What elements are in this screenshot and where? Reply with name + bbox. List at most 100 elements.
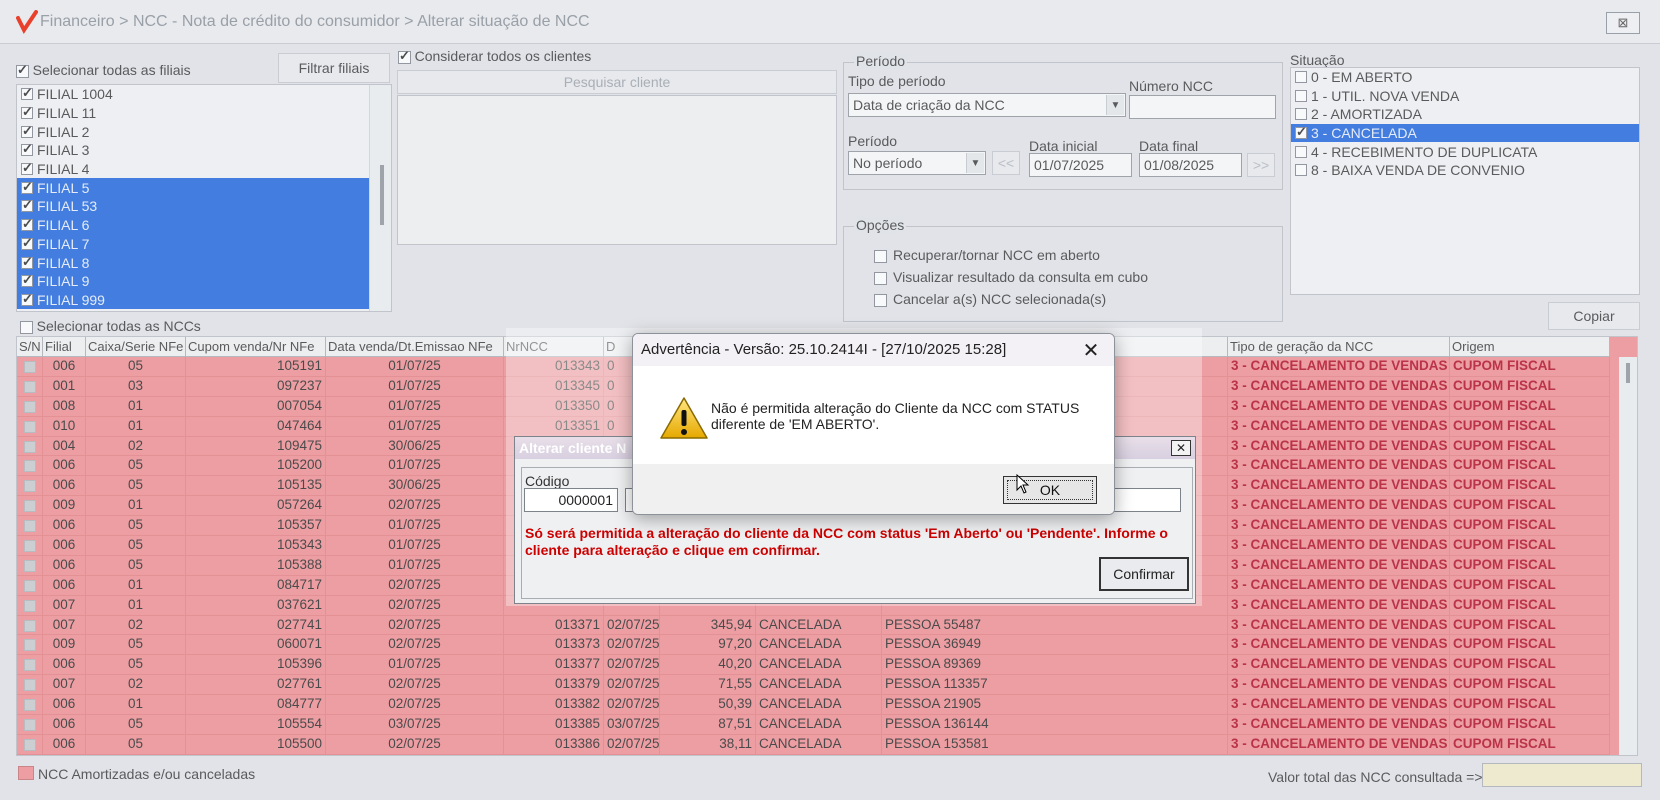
situacao-item[interactable]: 4 - RECEBIMENTO DE DUPLICATA xyxy=(1291,142,1639,161)
select-all-filiais-checkbox[interactable] xyxy=(16,62,29,79)
table-row[interactable]: 006 01 084777 02/07/25 013382 02/07/25 50,39 CA… xyxy=(17,695,1610,716)
table-row[interactable]: 007 02 027741 02/07/25 013371 02/07/25 345,94 C… xyxy=(17,615,1610,636)
data-inicial-input[interactable]: 01/07/2025 xyxy=(1029,153,1132,177)
option-cubo[interactable]: Visualizar resultado da consulta em cubo xyxy=(874,269,1148,285)
row-select-cell[interactable] xyxy=(17,536,43,555)
confirm-button[interactable]: Confirmar xyxy=(1099,557,1189,591)
select-all-filiais[interactable]: Selecionar todas as filiais xyxy=(16,62,191,79)
row-select-cell[interactable] xyxy=(17,376,43,396)
row-checkbox[interactable] xyxy=(23,400,36,413)
row-select-cell[interactable] xyxy=(17,476,43,496)
situacao-item[interactable]: 3 - CANCELADA xyxy=(1291,123,1639,143)
filial-checkbox[interactable] xyxy=(21,216,33,232)
table-row[interactable]: 007 02 027761 02/07/25 013379 02/07/25 71,55 CA… xyxy=(17,675,1610,696)
warning-close-button[interactable]: ✕ xyxy=(1078,338,1104,362)
column-header[interactable]: Filial xyxy=(43,337,86,357)
row-select-cell[interactable] xyxy=(17,436,43,456)
chevron-down-icon[interactable]: ▼ xyxy=(1106,95,1124,115)
filial-checkbox[interactable] xyxy=(21,254,33,270)
option-cancelar-checkbox[interactable] xyxy=(874,293,887,307)
clients-list[interactable] xyxy=(397,95,837,245)
column-header[interactable]: Origem xyxy=(1450,337,1610,357)
table-row[interactable]: 006 05 105396 01/07/25 013377 02/07/25 40,20 CA… xyxy=(17,655,1610,676)
row-select-cell[interactable] xyxy=(17,416,43,436)
option-cubo-checkbox[interactable] xyxy=(874,271,887,285)
option-recuperar-checkbox[interactable] xyxy=(874,249,887,263)
row-checkbox[interactable] xyxy=(23,520,36,533)
numero-ncc-input[interactable] xyxy=(1129,95,1276,119)
consider-all-clients[interactable]: Considerar todos os clientes xyxy=(398,48,591,65)
row-select-cell[interactable] xyxy=(17,496,43,516)
grid-scroll-thumb[interactable] xyxy=(1626,363,1630,383)
consider-all-clients-checkbox[interactable] xyxy=(398,48,411,65)
filial-checkbox[interactable] xyxy=(21,123,33,139)
table-row[interactable]: 006 05 105500 02/07/25 013386 02/07/25 38,11 CA… xyxy=(17,734,1610,755)
row-select-cell[interactable] xyxy=(17,695,43,715)
column-header[interactable]: Cupom venda/Nr NFe xyxy=(186,337,326,357)
row-checkbox[interactable] xyxy=(23,380,36,393)
row-select-cell[interactable] xyxy=(17,595,43,615)
situacao-checkbox[interactable] xyxy=(1295,164,1307,177)
data-final-input[interactable]: 01/08/2025 xyxy=(1139,153,1242,177)
search-client-button[interactable]: Pesquisar cliente xyxy=(397,70,837,94)
copy-button[interactable]: Copiar xyxy=(1548,302,1640,330)
filial-checkbox[interactable] xyxy=(21,85,33,101)
filter-filiais-button[interactable]: Filtrar filiais xyxy=(278,53,390,83)
filial-checkbox[interactable] xyxy=(21,235,33,251)
row-select-cell[interactable] xyxy=(17,575,43,595)
filial-checkbox[interactable] xyxy=(21,291,33,307)
row-select-cell[interactable] xyxy=(17,396,43,416)
row-select-cell[interactable] xyxy=(17,655,43,675)
filial-checkbox[interactable] xyxy=(21,104,33,120)
row-select-cell[interactable] xyxy=(17,516,43,536)
situacao-item[interactable]: 1 - UTIL. NOVA VENDA xyxy=(1291,87,1639,106)
row-checkbox[interactable] xyxy=(23,699,36,712)
row-checkbox[interactable] xyxy=(23,619,36,632)
filial-item[interactable]: FILIAL 8 xyxy=(17,253,369,272)
column-header[interactable]: Caixa/Serie NFe xyxy=(86,337,186,357)
row-checkbox[interactable] xyxy=(23,500,36,513)
filial-checkbox[interactable] xyxy=(21,179,33,195)
filial-item[interactable]: FILIAL 4 xyxy=(17,160,369,179)
filial-item[interactable]: FILIAL 11 xyxy=(17,104,369,123)
situacao-list[interactable]: 0 - EM ABERTO 1 - UTIL. NOVA VENDA 2 - AMO… xyxy=(1290,67,1640,295)
chevron-down-icon[interactable]: ▼ xyxy=(966,153,984,173)
tipo-periodo-select[interactable]: Data de criação da NCC ▼ xyxy=(848,93,1126,117)
alterar-dialog-close-button[interactable]: ✕ xyxy=(1171,440,1191,456)
row-checkbox[interactable] xyxy=(23,639,36,652)
filial-item[interactable]: FILIAL 5 xyxy=(17,178,369,198)
row-checkbox[interactable] xyxy=(23,540,36,553)
filial-item[interactable]: FILIAL 53 xyxy=(17,197,369,216)
option-cancelar[interactable]: Cancelar a(s) NCC selecionada(s) xyxy=(874,291,1106,307)
prev-period-button[interactable]: << xyxy=(992,151,1020,175)
situacao-checkbox[interactable] xyxy=(1295,71,1307,84)
filial-item[interactable]: FILIAL 9 xyxy=(17,271,369,291)
row-checkbox[interactable] xyxy=(23,738,36,751)
row-checkbox[interactable] xyxy=(23,559,36,572)
periodo-select[interactable]: No período ▼ xyxy=(848,151,986,175)
situacao-checkbox[interactable] xyxy=(1295,145,1307,158)
row-select-cell[interactable] xyxy=(17,715,43,734)
row-select-cell[interactable] xyxy=(17,615,43,635)
row-checkbox[interactable] xyxy=(23,460,36,473)
column-header[interactable]: Tipo de geração da NCC xyxy=(1228,337,1450,357)
row-checkbox[interactable] xyxy=(23,679,36,692)
row-select-cell[interactable] xyxy=(17,635,43,655)
filial-item[interactable]: FILIAL 3 xyxy=(17,141,369,160)
column-header[interactable]: S/N xyxy=(17,337,43,357)
column-header[interactable]: Data venda/Dt.Emissao NFe xyxy=(326,337,504,357)
situacao-item[interactable]: 2 - AMORTIZADA xyxy=(1291,105,1639,124)
filial-item[interactable]: FILIAL 1004 xyxy=(17,85,369,104)
row-select-cell[interactable] xyxy=(17,734,43,754)
row-select-cell[interactable] xyxy=(17,456,43,476)
row-checkbox[interactable] xyxy=(23,599,36,612)
row-checkbox[interactable] xyxy=(23,361,36,373)
table-row[interactable]: 009 05 060071 02/07/25 013373 02/07/25 97,20 CA… xyxy=(17,635,1610,656)
situacao-item[interactable]: 0 - EM ABERTO xyxy=(1291,68,1639,87)
filial-checkbox[interactable] xyxy=(21,197,33,213)
row-checkbox[interactable] xyxy=(23,719,36,732)
row-select-cell[interactable] xyxy=(17,357,43,376)
filial-checkbox[interactable] xyxy=(21,160,33,176)
row-checkbox[interactable] xyxy=(23,420,36,433)
filial-checkbox[interactable] xyxy=(21,141,33,157)
